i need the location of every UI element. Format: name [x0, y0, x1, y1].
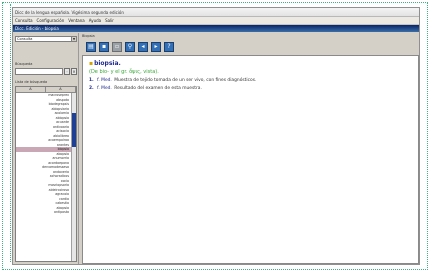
definition-1: 1. f. Med. Muestra de tejido tomada de u…: [89, 78, 412, 83]
menu-ventana[interactable]: Ventana: [68, 18, 84, 23]
definition-text: Muestra de tejido tomada de un ser vivo,…: [114, 78, 257, 83]
search-input[interactable]: [15, 68, 63, 75]
word-list[interactable]: A A macroseprex abspota biodegrapsis abiops…: [15, 86, 77, 262]
chevron-down-icon[interactable]: ▼: [71, 37, 76, 41]
panel-label: Biopsia: [82, 34, 95, 38]
toolbar: ▤ ▪ ▫ ⚲ ◂ ▸ ?: [82, 39, 419, 54]
results-label: Lista de búsqueda: [15, 80, 48, 84]
word-list-item[interactable]: antiposta: [16, 210, 71, 215]
right-panel: Biopsia ▤ ▪ ▫ ⚲ ◂ ▸ ? ▪ biopsia. (De bio…: [80, 33, 419, 264]
definition-abbr: f. Med.: [97, 78, 112, 83]
frame-divider: [10, 4, 11, 262]
menu-ayuda[interactable]: Ayuda: [89, 18, 101, 23]
back-icon[interactable]: ◂: [138, 41, 148, 52]
mode-select-value: Consulta: [17, 37, 33, 41]
word-list-scrollbar[interactable]: [71, 93, 76, 261]
scrollbar-thumb[interactable]: [72, 113, 76, 147]
document-title: Dicc. Edición - biopsia: [15, 26, 59, 31]
column-header[interactable]: A: [46, 87, 76, 92]
window-title: Dicc de la lengua española. Vigésima seg…: [15, 9, 124, 15]
clear-icon[interactable]: ×: [71, 68, 77, 75]
help-icon[interactable]: ?: [164, 41, 174, 52]
search-icon[interactable]: ◦: [64, 68, 70, 75]
menu-salir[interactable]: Salir: [105, 18, 114, 23]
search-label: Búsqueda: [15, 62, 33, 66]
application-window: Dicc de la lengua española. Vigésima seg…: [12, 7, 420, 265]
title-bar: Dicc de la lengua española. Vigésima seg…: [13, 8, 419, 17]
left-panel: Consulta ▼ Búsqueda ◦ × Lista de búsqued…: [13, 33, 79, 264]
doc-icon[interactable]: ▤: [86, 41, 96, 52]
zoom-icon[interactable]: ⚲: [125, 41, 135, 52]
menu-consulta[interactable]: Consulta: [15, 18, 33, 23]
definition-text: Resultado del examen de esta muestra.: [114, 86, 202, 91]
definition-number: 2.: [89, 86, 94, 91]
column-header[interactable]: A: [16, 87, 46, 92]
headword: ▪ biopsia.: [89, 60, 412, 67]
print-icon[interactable]: ▫: [112, 41, 122, 52]
definition-2: 2. f. Med. Resultado del examen de esta …: [89, 86, 412, 91]
etymology: (De bio- y el gr. ὄψις, vista).: [89, 69, 159, 75]
bullet-icon: ▪: [89, 60, 94, 67]
definition-area: ▪ biopsia. (De bio- y el gr. ὄψις, vista…: [82, 55, 419, 264]
definition-abbr: f. Med.: [97, 86, 112, 91]
forward-icon[interactable]: ▸: [151, 41, 161, 52]
document-title-bar: Dicc. Edición - biopsia: [13, 25, 419, 32]
word-list-items: macroseprex abspota biodegrapsis abiopsiari…: [16, 93, 71, 261]
save-icon[interactable]: ▪: [99, 41, 109, 52]
menu-bar: Consulta Configuración Ventana Ayuda Sal…: [13, 17, 419, 25]
headword-text: biopsia.: [94, 60, 121, 67]
mode-select[interactable]: Consulta ▼: [15, 36, 77, 42]
definition-number: 1.: [89, 78, 94, 83]
menu-configuracion[interactable]: Configuración: [37, 18, 65, 23]
